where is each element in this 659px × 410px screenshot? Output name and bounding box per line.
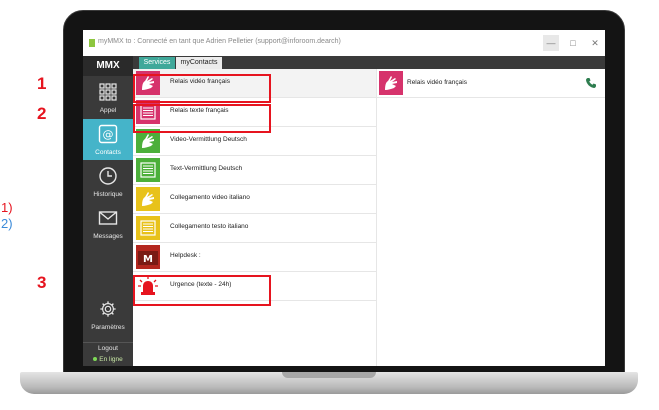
annotation-number-1: 1 bbox=[37, 74, 47, 93]
list-item[interactable]: Text-Vermittlung Deutsch bbox=[133, 156, 376, 185]
dialpad-icon bbox=[99, 83, 117, 101]
minimize-button[interactable]: — bbox=[543, 35, 559, 51]
service-label: Collegamento video italiano bbox=[170, 194, 250, 201]
tab-services[interactable]: Services bbox=[139, 57, 175, 69]
brand-logo: MMX bbox=[83, 56, 133, 76]
service-label: Text-Vermittlung Deutsch bbox=[170, 165, 243, 172]
highlight-box-2 bbox=[133, 104, 271, 133]
sidebar-item-historique[interactable]: Historique bbox=[83, 161, 133, 202]
envelope-icon bbox=[98, 211, 118, 225]
helpdesk-logo-icon: M bbox=[136, 245, 160, 269]
sidebar-item-label: Historique bbox=[93, 191, 123, 198]
list-item[interactable]: Collegamento video italiano bbox=[133, 185, 376, 214]
annotation-number-3: 3 bbox=[37, 273, 47, 292]
list-item[interactable]: M Helpdesk : bbox=[133, 243, 376, 272]
service-label: Collegamento testo italiano bbox=[170, 223, 249, 230]
status-indicator: En ligne bbox=[83, 354, 133, 365]
settings-label: Paramètres bbox=[91, 324, 125, 331]
logout-link[interactable]: Logout bbox=[83, 342, 133, 354]
clock-icon bbox=[99, 167, 117, 185]
text-lines-icon bbox=[136, 216, 160, 240]
sidebar-item-messages[interactable]: Messages bbox=[83, 203, 133, 244]
at-sign-icon: @ bbox=[98, 124, 118, 144]
maximize-button[interactable]: □ bbox=[565, 35, 581, 51]
service-label: Video-Vermittlung Deutsch bbox=[170, 136, 247, 143]
svg-text:M: M bbox=[143, 254, 153, 265]
app-logo-icon bbox=[89, 39, 95, 47]
detail-header: Relais vidéo français bbox=[377, 69, 605, 98]
title-bar: myMMX to : Connecté en tant que Adrien P… bbox=[83, 30, 605, 57]
highlight-box-3 bbox=[133, 275, 271, 306]
sidebar-item-label: Contacts bbox=[95, 149, 121, 156]
sign-language-video-icon bbox=[136, 187, 160, 211]
service-label: Helpdesk : bbox=[170, 252, 201, 259]
sidebar: MMX Appel @ Contacts Historique Messages… bbox=[83, 56, 133, 366]
online-dot-icon bbox=[93, 357, 98, 362]
sidebar-item-label: Appel bbox=[99, 107, 117, 114]
detail-title: Relais vidéo français bbox=[407, 79, 467, 86]
close-button[interactable]: ✕ bbox=[587, 35, 603, 51]
sidebar-item-label: Messages bbox=[93, 233, 123, 240]
tab-bar: Services myContacts bbox=[133, 56, 605, 69]
sidebar-item-contacts[interactable]: @ Contacts bbox=[83, 119, 133, 160]
text-lines-icon bbox=[136, 158, 160, 182]
highlight-box-1 bbox=[133, 74, 271, 103]
laptop-notch bbox=[282, 372, 376, 378]
annotation-number-2: 2 bbox=[37, 104, 47, 123]
sidebar-item-parametres[interactable]: Paramètres bbox=[83, 298, 133, 338]
sign-language-video-icon bbox=[379, 71, 403, 95]
list-item[interactable]: Collegamento testo italiano bbox=[133, 214, 376, 243]
detail-pane: Relais vidéo français bbox=[377, 69, 605, 366]
tab-mycontacts[interactable]: myContacts bbox=[176, 57, 222, 69]
svg-text:@: @ bbox=[103, 128, 114, 141]
window-title: myMMX to : Connecté en tant que Adrien P… bbox=[98, 38, 341, 45]
annotation-side-2: 2) bbox=[1, 216, 13, 231]
gear-icon bbox=[100, 301, 116, 317]
status-label: En ligne bbox=[99, 356, 123, 363]
annotation-side-1: 1) bbox=[1, 200, 13, 215]
sidebar-item-appel[interactable]: Appel bbox=[83, 77, 133, 118]
phone-icon[interactable] bbox=[585, 77, 597, 89]
